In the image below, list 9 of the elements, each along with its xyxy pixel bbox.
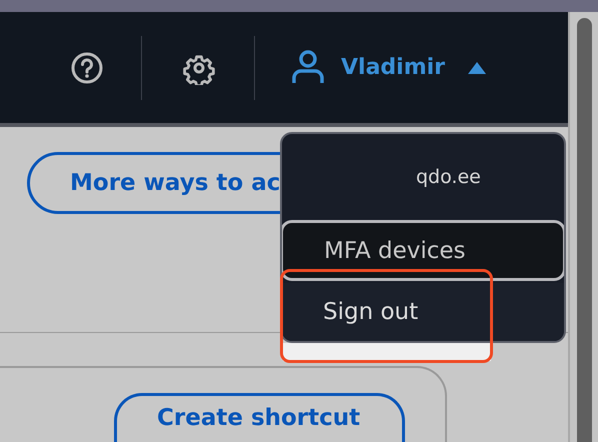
scrollbar-thumb[interactable] [576, 18, 592, 442]
user-menu-button[interactable]: Vladimir [291, 50, 488, 84]
menu-item[interactable]: MFA devices [282, 220, 564, 281]
scrollbar[interactable] [568, 12, 598, 442]
account-name: qdo.ee [416, 166, 481, 188]
create-shortcut-button[interactable]: Create shortcut [114, 393, 405, 442]
person-icon [291, 48, 325, 84]
help-icon[interactable] [71, 52, 103, 84]
caret-icon [467, 60, 488, 74]
